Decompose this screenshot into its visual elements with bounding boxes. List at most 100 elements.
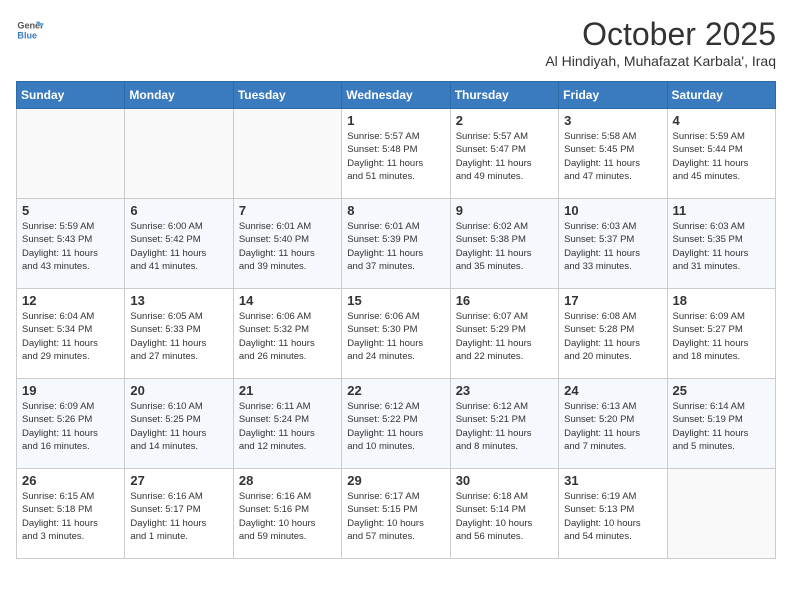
day-info: Sunrise: 6:03 AM Sunset: 5:37 PM Dayligh… <box>564 220 661 273</box>
calendar-week-row: 1 Sunrise: 5:57 AM Sunset: 5:48 PM Daylig… <box>17 109 776 199</box>
calendar-cell: 29Sunrise: 6:17 AM Sunset: 5:15 PM Dayli… <box>342 469 450 559</box>
calendar-cell: 10 Sunrise: 6:03 AM Sunset: 5:37 PM Dayli… <box>559 199 667 289</box>
calendar-table: SundayMondayTuesdayWednesdayThursdayFrid… <box>16 81 776 559</box>
day-number: 16 <box>456 293 553 308</box>
calendar-cell: 6Sunrise: 6:00 AM Sunset: 5:42 PM Daylig… <box>125 199 233 289</box>
calendar-cell: 28 Sunrise: 6:16 AM Sunset: 5:16 PM Dayli… <box>233 469 341 559</box>
day-number: 10 <box>564 203 661 218</box>
calendar-cell: 9 Sunrise: 6:02 AM Sunset: 5:38 PM Daylig… <box>450 199 558 289</box>
day-info: Sunrise: 6:15 AM Sunset: 5:18 PM Dayligh… <box>22 490 119 543</box>
calendar-week-row: 12 Sunrise: 6:04 AM Sunset: 5:34 PM Dayli… <box>17 289 776 379</box>
day-number: 1 <box>347 113 444 128</box>
day-number: 23 <box>456 383 553 398</box>
calendar-cell: 22 Sunrise: 6:12 AM Sunset: 5:22 PM Dayli… <box>342 379 450 469</box>
calendar-cell <box>17 109 125 199</box>
day-info: Sunrise: 6:08 AM Sunset: 5:28 PM Dayligh… <box>564 310 661 363</box>
day-info: Sunrise: 6:16 AM Sunset: 5:16 PM Dayligh… <box>239 490 336 543</box>
location-subtitle: Al Hindiyah, Muhafazat Karbala', Iraq <box>545 53 776 69</box>
calendar-cell: 8 Sunrise: 6:01 AM Sunset: 5:39 PM Daylig… <box>342 199 450 289</box>
calendar-cell: 24 Sunrise: 6:13 AM Sunset: 5:20 PM Dayli… <box>559 379 667 469</box>
calendar-cell <box>233 109 341 199</box>
day-number: 27 <box>130 473 227 488</box>
day-info: Sunrise: 5:59 AM Sunset: 5:43 PM Dayligh… <box>22 220 119 273</box>
page-header: General Blue October 2025 Al Hindiyah, M… <box>16 16 776 69</box>
calendar-cell: 3 Sunrise: 5:58 AM Sunset: 5:45 PM Daylig… <box>559 109 667 199</box>
day-number: 17 <box>564 293 661 308</box>
day-number: 8 <box>347 203 444 218</box>
month-title: October 2025 <box>545 16 776 53</box>
day-info: Sunrise: 6:11 AM Sunset: 5:24 PM Dayligh… <box>239 400 336 453</box>
logo-icon: General Blue <box>16 16 44 44</box>
calendar-header-monday: Monday <box>125 82 233 109</box>
day-info: Sunrise: 6:07 AM Sunset: 5:29 PM Dayligh… <box>456 310 553 363</box>
calendar-cell: 15 Sunrise: 6:06 AM Sunset: 5:30 PM Dayli… <box>342 289 450 379</box>
calendar-cell: 25 Sunrise: 6:14 AM Sunset: 5:19 PM Dayli… <box>667 379 775 469</box>
calendar-week-row: 19 Sunrise: 6:09 AM Sunset: 5:26 PM Dayli… <box>17 379 776 469</box>
day-info: Sunrise: 6:12 AM Sunset: 5:22 PM Dayligh… <box>347 400 444 453</box>
day-number: 3 <box>564 113 661 128</box>
day-number: 30 <box>456 473 553 488</box>
day-info: Sunrise: 6:14 AM Sunset: 5:19 PM Dayligh… <box>673 400 770 453</box>
calendar-cell: 31Sunrise: 6:19 AM Sunset: 5:13 PM Dayli… <box>559 469 667 559</box>
day-info: Sunrise: 5:58 AM Sunset: 5:45 PM Dayligh… <box>564 130 661 183</box>
day-number: 18 <box>673 293 770 308</box>
calendar-cell: 7Sunrise: 6:01 AM Sunset: 5:40 PM Daylig… <box>233 199 341 289</box>
day-info: Sunrise: 6:04 AM Sunset: 5:34 PM Dayligh… <box>22 310 119 363</box>
day-number: 12 <box>22 293 119 308</box>
calendar-header-wednesday: Wednesday <box>342 82 450 109</box>
calendar-cell: 23Sunrise: 6:12 AM Sunset: 5:21 PM Dayli… <box>450 379 558 469</box>
day-number: 25 <box>673 383 770 398</box>
calendar-cell: 4 Sunrise: 5:59 AM Sunset: 5:44 PM Daylig… <box>667 109 775 199</box>
calendar-cell: 17 Sunrise: 6:08 AM Sunset: 5:28 PM Dayli… <box>559 289 667 379</box>
day-number: 24 <box>564 383 661 398</box>
calendar-header-friday: Friday <box>559 82 667 109</box>
day-info: Sunrise: 6:16 AM Sunset: 5:17 PM Dayligh… <box>130 490 227 543</box>
calendar-header-sunday: Sunday <box>17 82 125 109</box>
calendar-cell: 13Sunrise: 6:05 AM Sunset: 5:33 PM Dayli… <box>125 289 233 379</box>
day-info: Sunrise: 6:02 AM Sunset: 5:38 PM Dayligh… <box>456 220 553 273</box>
day-number: 19 <box>22 383 119 398</box>
calendar-cell: 12 Sunrise: 6:04 AM Sunset: 5:34 PM Dayli… <box>17 289 125 379</box>
day-info: Sunrise: 6:01 AM Sunset: 5:40 PM Dayligh… <box>239 220 336 273</box>
day-info: Sunrise: 6:13 AM Sunset: 5:20 PM Dayligh… <box>564 400 661 453</box>
title-block: October 2025 Al Hindiyah, Muhafazat Karb… <box>545 16 776 69</box>
calendar-cell: 14 Sunrise: 6:06 AM Sunset: 5:32 PM Dayli… <box>233 289 341 379</box>
calendar-cell: 21 Sunrise: 6:11 AM Sunset: 5:24 PM Dayli… <box>233 379 341 469</box>
calendar-cell: 19 Sunrise: 6:09 AM Sunset: 5:26 PM Dayli… <box>17 379 125 469</box>
day-info: Sunrise: 5:59 AM Sunset: 5:44 PM Dayligh… <box>673 130 770 183</box>
day-info: Sunrise: 6:18 AM Sunset: 5:14 PM Dayligh… <box>456 490 553 543</box>
day-info: Sunrise: 6:06 AM Sunset: 5:30 PM Dayligh… <box>347 310 444 363</box>
day-info: Sunrise: 5:57 AM Sunset: 5:47 PM Dayligh… <box>456 130 553 183</box>
day-number: 26 <box>22 473 119 488</box>
calendar-cell: 20Sunrise: 6:10 AM Sunset: 5:25 PM Dayli… <box>125 379 233 469</box>
day-number: 4 <box>673 113 770 128</box>
day-number: 31 <box>564 473 661 488</box>
day-number: 5 <box>22 203 119 218</box>
day-info: Sunrise: 6:01 AM Sunset: 5:39 PM Dayligh… <box>347 220 444 273</box>
calendar-cell <box>125 109 233 199</box>
calendar-header-thursday: Thursday <box>450 82 558 109</box>
calendar-header-saturday: Saturday <box>667 82 775 109</box>
day-number: 14 <box>239 293 336 308</box>
day-number: 9 <box>456 203 553 218</box>
day-info: Sunrise: 5:57 AM Sunset: 5:48 PM Dayligh… <box>347 130 444 183</box>
day-number: 11 <box>673 203 770 218</box>
logo: General Blue <box>16 16 44 44</box>
day-number: 28 <box>239 473 336 488</box>
calendar-cell: 2Sunrise: 5:57 AM Sunset: 5:47 PM Daylig… <box>450 109 558 199</box>
calendar-header-tuesday: Tuesday <box>233 82 341 109</box>
calendar-cell: 1 Sunrise: 5:57 AM Sunset: 5:48 PM Daylig… <box>342 109 450 199</box>
day-number: 20 <box>130 383 227 398</box>
calendar-cell: 26 Sunrise: 6:15 AM Sunset: 5:18 PM Dayli… <box>17 469 125 559</box>
day-info: Sunrise: 6:06 AM Sunset: 5:32 PM Dayligh… <box>239 310 336 363</box>
day-number: 13 <box>130 293 227 308</box>
day-info: Sunrise: 6:09 AM Sunset: 5:26 PM Dayligh… <box>22 400 119 453</box>
day-number: 22 <box>347 383 444 398</box>
calendar-week-row: 26 Sunrise: 6:15 AM Sunset: 5:18 PM Dayli… <box>17 469 776 559</box>
day-number: 21 <box>239 383 336 398</box>
calendar-cell: 18Sunrise: 6:09 AM Sunset: 5:27 PM Dayli… <box>667 289 775 379</box>
calendar-cell <box>667 469 775 559</box>
day-number: 15 <box>347 293 444 308</box>
day-number: 29 <box>347 473 444 488</box>
calendar-cell: 30 Sunrise: 6:18 AM Sunset: 5:14 PM Dayli… <box>450 469 558 559</box>
